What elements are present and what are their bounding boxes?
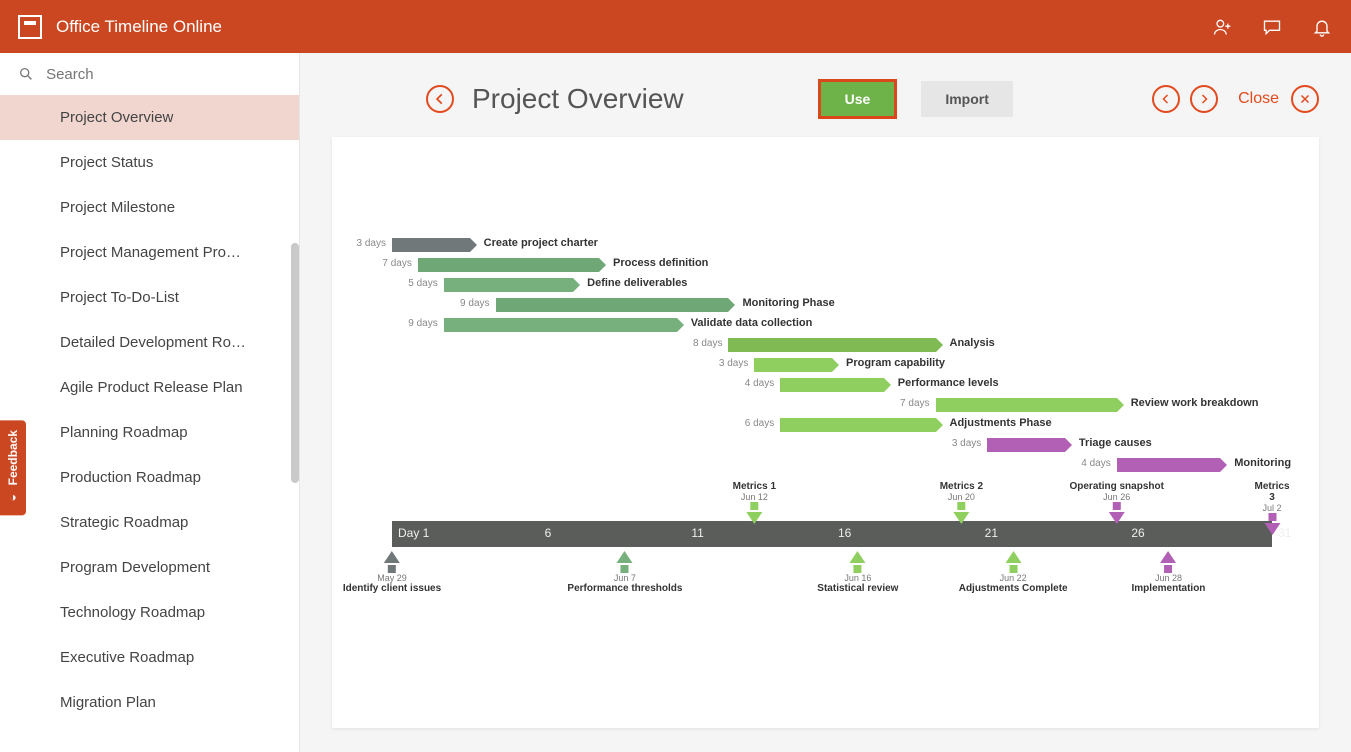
task-duration: 5 days [408, 278, 443, 289]
sidebar-scrollbar[interactable] [291, 243, 299, 483]
sidebar-item[interactable]: Program Development [0, 545, 299, 590]
task-bar: 3 daysCreate project charter [392, 237, 470, 253]
comment-icon[interactable] [1261, 16, 1283, 38]
task-duration: 6 days [745, 418, 780, 429]
milestone-top: Operating snapshotJun 26 [1069, 481, 1163, 526]
sidebar-item[interactable]: Strategic Roadmap [0, 500, 299, 545]
task-label: Define deliverables [573, 277, 687, 289]
milestone-bottom: Jun 16Statistical review [817, 549, 898, 594]
milestone-top: Metrics 2Jun 20 [940, 481, 983, 526]
task-bar: 4 daysMonitoring [1117, 457, 1221, 473]
task-duration: 4 days [1081, 458, 1116, 469]
sidebar-item[interactable]: Production Roadmap [0, 455, 299, 500]
task-bar: 3 daysProgram capability [754, 357, 832, 373]
search-icon [18, 65, 34, 83]
logo-icon [18, 15, 42, 39]
app-title: Office Timeline Online [56, 17, 222, 37]
task-label: Process definition [599, 257, 708, 269]
task-bar: 9 daysMonitoring Phase [496, 297, 729, 313]
axis-tick: Day 1 [398, 526, 429, 540]
task-bar: 7 daysReview work breakdown [936, 397, 1117, 413]
sidebar-item[interactable]: Migration Plan [0, 680, 299, 725]
axis-tick: 11 [691, 526, 703, 540]
milestone-bottom: Jun 22Adjustments Complete [959, 549, 1068, 594]
task-bar: 4 daysPerformance levels [780, 377, 884, 393]
search-row [0, 53, 299, 95]
milestone-top: Metrics 1Jun 12 [733, 481, 776, 526]
task-duration: 7 days [382, 258, 417, 269]
next-button[interactable] [1190, 85, 1218, 113]
feedback-tab[interactable]: ◐ Feedback [0, 420, 26, 515]
topbar: Project Overview Use Import Close [332, 71, 1319, 137]
prev-button[interactable] [1152, 85, 1180, 113]
preview-canvas: Day 161116212631 3 daysCreate project ch… [332, 137, 1319, 728]
sidebar-item[interactable]: Executive Roadmap [0, 635, 299, 680]
axis-tick: 16 [838, 526, 851, 540]
close-button[interactable] [1291, 85, 1319, 113]
task-duration: 9 days [460, 298, 495, 309]
sidebar-item[interactable]: Project Management Pro… [0, 230, 299, 275]
task-bar: 6 daysAdjustments Phase [780, 417, 935, 433]
use-button-highlight: Use [818, 79, 898, 119]
task-label: Monitoring Phase [728, 297, 834, 309]
bulb-icon: ◐ [6, 491, 20, 505]
task-label: Triage causes [1065, 437, 1152, 449]
task-duration: 4 days [745, 378, 780, 389]
close-label[interactable]: Close [1238, 90, 1279, 108]
task-duration: 3 days [719, 358, 754, 369]
task-label: Validate data collection [677, 317, 813, 329]
task-bar: 3 daysTriage causes [987, 437, 1065, 453]
sidebar-item[interactable]: Detailed Development Ro… [0, 320, 299, 365]
sidebar-item[interactable]: Agile Product Release Plan [0, 365, 299, 410]
feedback-label: Feedback [6, 430, 20, 485]
task-bar: 8 daysAnalysis [728, 337, 935, 353]
task-bar: 9 daysValidate data collection [444, 317, 677, 333]
gantt-chart: Day 161116212631 3 daysCreate project ch… [362, 237, 1289, 638]
axis-tick: 21 [985, 526, 998, 540]
task-bar: 5 daysDefine deliverables [444, 277, 573, 293]
nav-controls: Close [1152, 85, 1319, 113]
search-input[interactable] [46, 66, 281, 83]
app-logo[interactable]: Office Timeline Online [18, 15, 222, 39]
template-sidebar: Project OverviewProject StatusProject Mi… [0, 53, 300, 752]
task-label: Monitoring [1220, 457, 1291, 469]
task-duration: 8 days [693, 338, 728, 349]
sidebar-item[interactable]: Planning Roadmap [0, 410, 299, 455]
bell-icon[interactable] [1311, 16, 1333, 38]
main-panel: Project Overview Use Import Close [300, 53, 1351, 752]
task-label: Create project charter [470, 237, 598, 249]
task-duration: 3 days [357, 238, 392, 249]
use-button[interactable]: Use [821, 82, 895, 116]
milestone-bottom: Jun 7Performance thresholds [567, 549, 682, 594]
add-user-icon[interactable] [1211, 16, 1233, 38]
axis-tick: 26 [1131, 526, 1144, 540]
task-label: Performance levels [884, 377, 999, 389]
task-label: Adjustments Phase [936, 417, 1052, 429]
template-list: Project OverviewProject StatusProject Mi… [0, 95, 299, 752]
task-duration: 9 days [408, 318, 443, 329]
task-label: Program capability [832, 357, 945, 369]
task-bar: 7 daysProcess definition [418, 257, 599, 273]
sidebar-item[interactable]: Project Status [0, 140, 299, 185]
app-header: Office Timeline Online [0, 0, 1351, 53]
sidebar-item[interactable]: Project Milestone [0, 185, 299, 230]
task-label: Review work breakdown [1117, 397, 1259, 409]
sidebar-item[interactable]: Technology Roadmap [0, 590, 299, 635]
task-duration: 7 days [900, 398, 935, 409]
task-label: Analysis [936, 337, 995, 349]
milestone-bottom: Jun 28Implementation [1132, 549, 1206, 594]
sidebar-item[interactable]: Project Overview [0, 95, 299, 140]
axis-tick: 6 [545, 526, 552, 540]
page-title: Project Overview [472, 83, 684, 115]
task-duration: 3 days [952, 438, 987, 449]
milestone-top: Metrics 3Jul 2 [1254, 481, 1289, 537]
back-button[interactable] [426, 85, 454, 113]
sidebar-item[interactable]: Project To-Do-List [0, 275, 299, 320]
milestone-bottom: May 29Identify client issues [343, 549, 441, 594]
import-button[interactable]: Import [921, 81, 1013, 117]
